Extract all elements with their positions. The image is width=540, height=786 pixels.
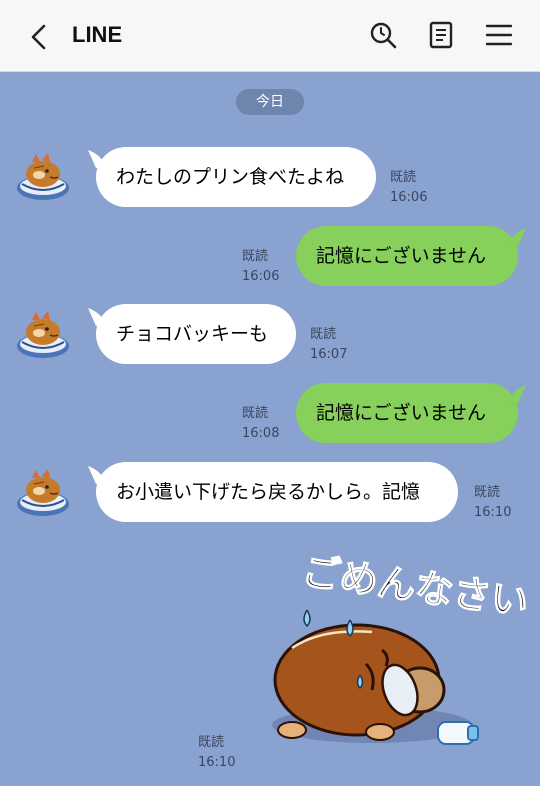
message-meta: 既読 16:06 xyxy=(390,168,427,208)
top-bar: LINE xyxy=(0,0,540,72)
contact-avatar[interactable] xyxy=(14,466,72,520)
notes-icon[interactable] xyxy=(426,20,456,50)
message-meta: 既読 16:08 xyxy=(242,404,279,444)
sticker-image[interactable]: ごめんなさい! xyxy=(262,540,527,755)
timestamp: 16:08 xyxy=(242,426,280,441)
message-meta: 既読 16:10 xyxy=(474,483,511,523)
read-receipt: 既読 xyxy=(198,735,225,750)
timestamp: 16:10 xyxy=(474,505,512,520)
timestamp: 16:07 xyxy=(310,347,348,362)
date-separator: 今日 xyxy=(236,89,304,115)
message-bubble[interactable]: 記憶にございません xyxy=(296,226,518,286)
chat-title: LINE xyxy=(72,22,123,47)
message-bubble[interactable]: チョコバッキーも xyxy=(96,304,296,364)
message-meta: 既読 16:10 xyxy=(198,733,235,773)
timestamp: 16:06 xyxy=(390,190,428,205)
contact-avatar[interactable] xyxy=(14,150,72,204)
read-receipt: 既読 xyxy=(474,485,501,500)
read-receipt: 既読 xyxy=(390,170,417,185)
message-meta: 既読 16:07 xyxy=(310,325,347,365)
timestamp: 16:06 xyxy=(242,269,280,284)
message-meta: 既読 16:06 xyxy=(242,247,279,287)
sticker-text: ごめんなさい! xyxy=(299,549,527,627)
read-receipt: 既読 xyxy=(310,327,337,342)
message-bubble[interactable]: お小遣い下げたら戻るかしら。記憶 xyxy=(96,462,458,522)
contact-avatar[interactable] xyxy=(14,308,72,362)
read-receipt: 既読 xyxy=(242,406,269,421)
timestamp: 16:10 xyxy=(198,755,236,770)
search-icon[interactable] xyxy=(368,20,398,50)
back-arrow-icon[interactable] xyxy=(26,20,54,54)
menu-icon[interactable] xyxy=(484,20,514,50)
message-bubble[interactable]: わたしのプリン食べたよね xyxy=(96,147,376,207)
message-bubble[interactable]: 記憶にございません xyxy=(296,383,518,443)
read-receipt: 既読 xyxy=(242,249,269,264)
bubble-tail xyxy=(508,385,526,403)
bubble-tail xyxy=(508,228,526,246)
